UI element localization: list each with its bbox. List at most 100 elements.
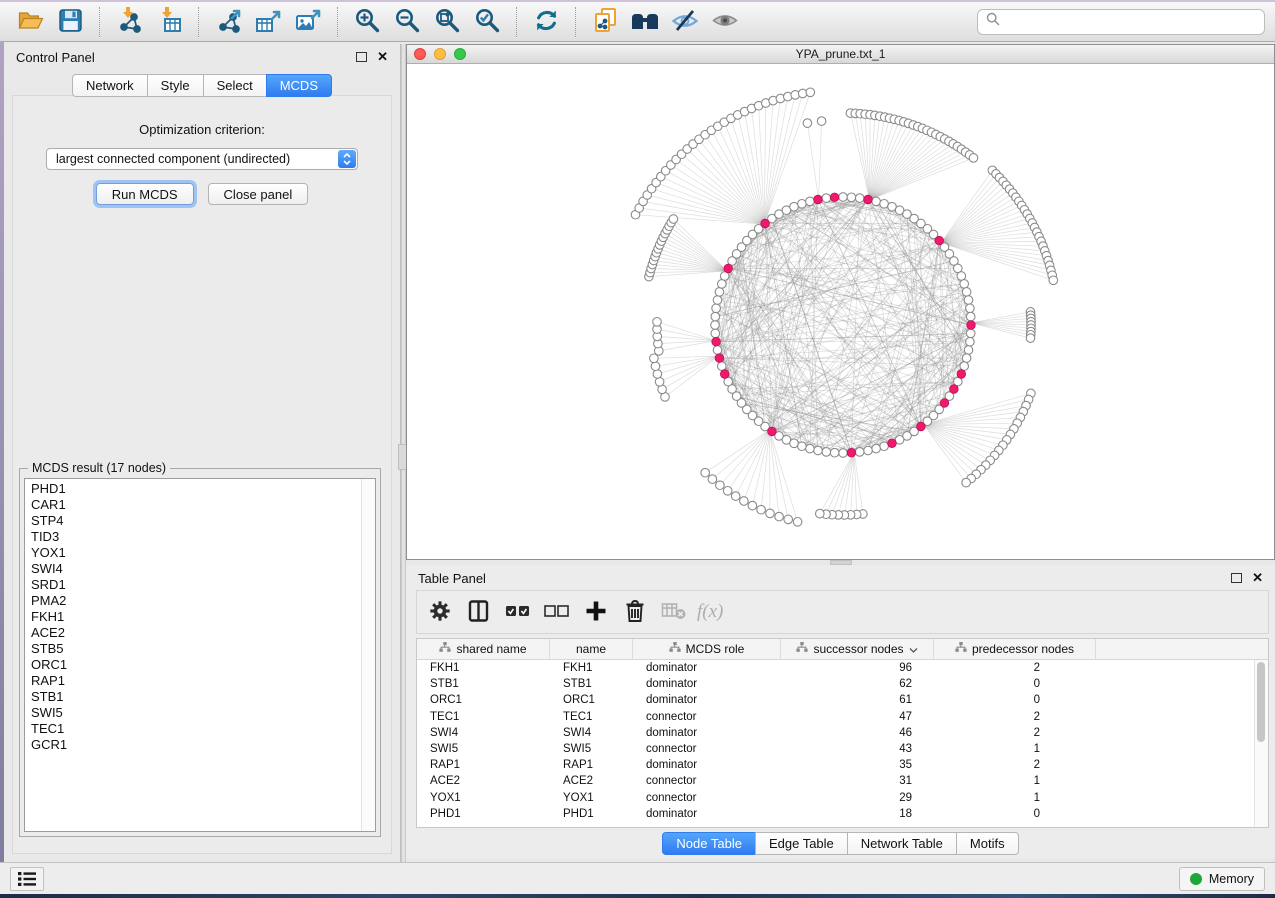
mcds-result-item[interactable]: TEC1	[31, 721, 375, 737]
zoom-out-button[interactable]	[387, 5, 427, 39]
table-cell[interactable]: 0	[934, 678, 1096, 690]
table-cell[interactable]: 18	[781, 808, 934, 820]
tab-select[interactable]: Select	[203, 74, 267, 97]
table-cell[interactable]: 31	[781, 775, 934, 787]
optimization-criterion-dropdown[interactable]: largest connected component (undirected)	[46, 148, 358, 170]
mcds-result-item[interactable]: SWI4	[31, 561, 375, 577]
mcds-result-item[interactable]: PHD1	[31, 481, 375, 497]
network-canvas[interactable]	[407, 63, 1274, 559]
tab-mcds[interactable]: MCDS	[266, 74, 332, 97]
hide-selected-button[interactable]	[665, 5, 705, 39]
table-cell[interactable]: ACE2	[417, 775, 550, 787]
mcds-result-scrollbar[interactable]	[361, 479, 375, 831]
column-header-predecessor-nodes[interactable]: predecessor nodes	[934, 639, 1096, 659]
table-cell[interactable]: TEC1	[550, 711, 633, 723]
table-cell[interactable]: connector	[633, 792, 781, 804]
table-row[interactable]: YOX1YOX1connector291	[417, 790, 1268, 806]
tab-style[interactable]: Style	[147, 74, 204, 97]
float-table-panel-icon[interactable]	[1231, 573, 1242, 583]
column-visibility-button[interactable]	[464, 595, 494, 629]
table-cell[interactable]: dominator	[633, 694, 781, 706]
mcds-result-item[interactable]: YOX1	[31, 545, 375, 561]
column-header-name[interactable]: name	[550, 639, 633, 659]
float-panel-icon[interactable]	[356, 52, 367, 62]
table-cell[interactable]: ORC1	[550, 694, 633, 706]
mcds-result-item[interactable]: GCR1	[31, 737, 375, 753]
mcds-result-item[interactable]: ACE2	[31, 625, 375, 641]
settings-gear-button[interactable]	[425, 595, 455, 629]
table-cell[interactable]: ORC1	[417, 694, 550, 706]
mcds-result-item[interactable]: SWI5	[31, 705, 375, 721]
zoom-selected-button[interactable]	[467, 5, 507, 39]
table-cell[interactable]: 35	[781, 759, 934, 771]
tab-network[interactable]: Network	[72, 74, 148, 97]
table-cell[interactable]: SWI4	[550, 727, 633, 739]
table-cell[interactable]: dominator	[633, 678, 781, 690]
table-cell[interactable]: 1	[934, 775, 1096, 787]
mcds-result-item[interactable]: RAP1	[31, 673, 375, 689]
export-network-button[interactable]	[208, 5, 248, 39]
table-row[interactable]: FKH1FKH1dominator962	[417, 660, 1268, 676]
table-cell[interactable]: connector	[633, 711, 781, 723]
add-column-button[interactable]	[581, 595, 611, 629]
mcds-result-item[interactable]: FKH1	[31, 609, 375, 625]
select-all-rows-button[interactable]	[503, 595, 533, 629]
mcds-result-item[interactable]: ORC1	[31, 657, 375, 673]
table-cell[interactable]: TEC1	[417, 711, 550, 723]
mcds-result-item[interactable]: STB1	[31, 689, 375, 705]
table-cell[interactable]: 43	[781, 743, 934, 755]
tab-edge-table[interactable]: Edge Table	[755, 832, 848, 855]
open-file-button[interactable]	[10, 5, 50, 39]
table-cell[interactable]: 0	[934, 694, 1096, 706]
refresh-view-button[interactable]	[526, 5, 566, 39]
close-panel-button[interactable]: Close panel	[208, 183, 309, 205]
table-cell[interactable]: FKH1	[550, 662, 633, 674]
table-cell[interactable]: STB1	[550, 678, 633, 690]
table-cell[interactable]: 2	[934, 727, 1096, 739]
table-cell[interactable]: dominator	[633, 727, 781, 739]
table-row[interactable]: ORC1ORC1dominator610	[417, 692, 1268, 708]
search-box[interactable]	[977, 9, 1265, 35]
table-row[interactable]: SWI5SWI5connector431	[417, 741, 1268, 757]
export-image-button[interactable]	[288, 5, 328, 39]
table-cell[interactable]: PHD1	[417, 808, 550, 820]
fit-content-button[interactable]	[427, 5, 467, 39]
import-table-button[interactable]	[149, 5, 189, 39]
table-cell[interactable]: SWI5	[550, 743, 633, 755]
table-cell[interactable]: SWI5	[417, 743, 550, 755]
import-network-button[interactable]	[109, 5, 149, 39]
save-session-button[interactable]	[50, 5, 90, 39]
close-panel-icon[interactable]: ✕	[377, 52, 388, 62]
duplicate-network-button[interactable]	[585, 5, 625, 39]
table-cell[interactable]: 1	[934, 792, 1096, 804]
table-cell[interactable]: connector	[633, 775, 781, 787]
network-frame-titlebar[interactable]: YPA_prune.txt_1	[407, 45, 1274, 64]
table-cell[interactable]: 46	[781, 727, 934, 739]
table-cell[interactable]: 2	[934, 662, 1096, 674]
show-all-button[interactable]	[705, 5, 745, 39]
column-header-MCDS-role[interactable]: MCDS role	[633, 639, 781, 659]
memory-button[interactable]: Memory	[1179, 867, 1265, 891]
table-cell[interactable]: RAP1	[550, 759, 633, 771]
delete-columns-button[interactable]	[620, 595, 650, 629]
table-cell[interactable]: 2	[934, 759, 1096, 771]
close-table-panel-icon[interactable]: ✕	[1252, 573, 1263, 583]
mcds-result-item[interactable]: PMA2	[31, 593, 375, 609]
tab-motifs[interactable]: Motifs	[956, 832, 1019, 855]
table-cell[interactable]: 0	[934, 808, 1096, 820]
table-cell[interactable]: FKH1	[417, 662, 550, 674]
table-row[interactable]: STB1STB1dominator620	[417, 676, 1268, 692]
automation-panel-button[interactable]	[10, 867, 44, 891]
table-cell[interactable]: ACE2	[550, 775, 633, 787]
table-cell[interactable]: 29	[781, 792, 934, 804]
run-mcds-button[interactable]: Run MCDS	[96, 183, 194, 205]
table-scrollbar[interactable]	[1254, 660, 1268, 827]
table-cell[interactable]: dominator	[633, 662, 781, 674]
table-row[interactable]: TEC1TEC1connector472	[417, 709, 1268, 725]
tab-network-table[interactable]: Network Table	[847, 832, 957, 855]
table-cell[interactable]: 2	[934, 711, 1096, 723]
table-cell[interactable]: connector	[633, 743, 781, 755]
table-row[interactable]: PHD1PHD1dominator180	[417, 806, 1268, 822]
table-row[interactable]: RAP1RAP1dominator352	[417, 757, 1268, 773]
table-cell[interactable]: 1	[934, 743, 1096, 755]
